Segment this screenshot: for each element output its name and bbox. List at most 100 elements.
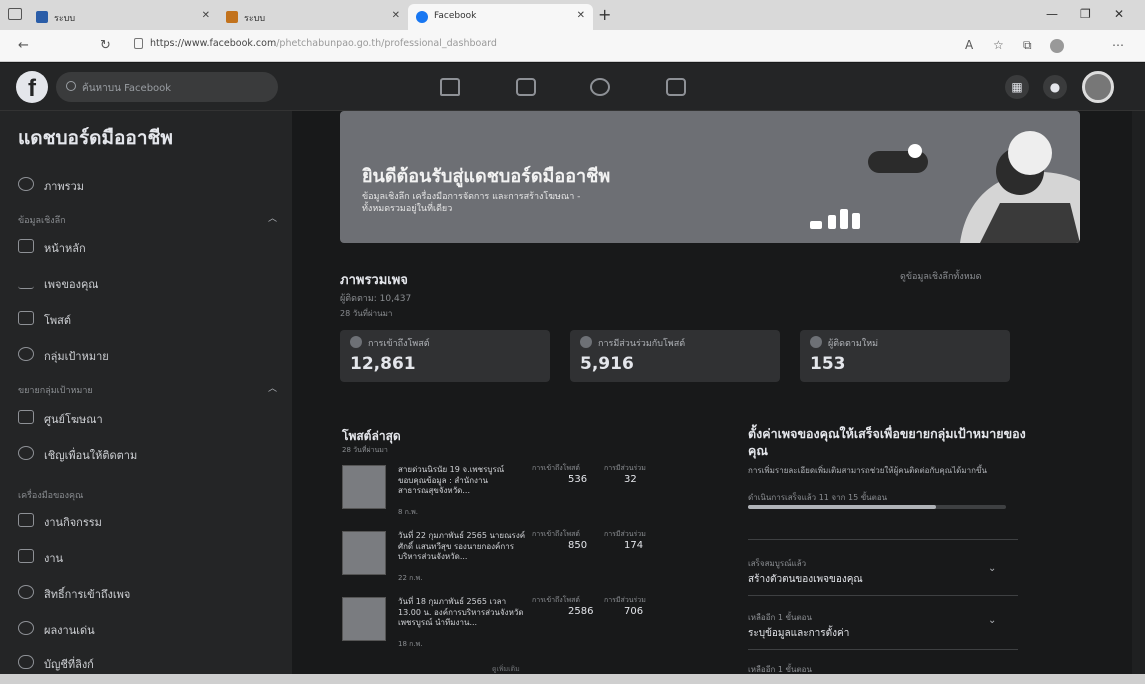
post-text: วันที่ 18 กุมภาพันธ์ 2565 เวลา 13.00 น. … [398, 597, 524, 627]
stat-value: 12,861 [350, 354, 416, 374]
post-row[interactable]: วันที่ 22 กุมภาพันธ์ 2565 นายณรงค์ศักดิ์… [342, 529, 682, 587]
post-thumbnail [342, 531, 386, 575]
groups-icon[interactable] [590, 78, 610, 96]
follower-icon [810, 336, 822, 348]
notifications-icon[interactable]: ● [1043, 75, 1067, 99]
post-thumbnail [342, 465, 386, 509]
facebook-header: f ค้นหาบน Facebook ▦ ● [0, 63, 1145, 111]
sidebar-item-label: เพจของคุณ [44, 278, 99, 291]
facebook-search-input[interactable]: ค้นหาบน Facebook [56, 72, 278, 102]
sidebar-item-label: สิทธิ์การเข้าถึงเพจ [44, 588, 131, 601]
gaming-icon[interactable] [666, 78, 686, 96]
shield-icon [18, 585, 34, 599]
browser-tab-1[interactable]: ระบบ ✕ [28, 4, 218, 30]
sidebar-item-posts[interactable]: โพสต์ [18, 311, 71, 333]
new-tab-button[interactable]: + [598, 5, 611, 24]
see-all-insights-link[interactable]: ดูข้อมูลเชิงลึกทั้งหมด [900, 269, 981, 283]
profile-icon[interactable] [1050, 39, 1064, 53]
window-bottom-edge [0, 674, 1145, 684]
facebook-favicon-icon [416, 11, 428, 23]
collections-icon[interactable]: ⧉ [1023, 38, 1032, 53]
sidebar-item-label: ศูนย์โฆษณา [44, 413, 103, 426]
sidebar-item-your-page[interactable]: เพจของคุณ [18, 275, 99, 297]
account-avatar[interactable] [1082, 71, 1114, 103]
sidebar-item-overview[interactable]: ภาพรวม [18, 177, 84, 199]
search-icon [66, 81, 76, 91]
engagement-header: การมีส่วนร่วม [604, 530, 646, 538]
post-row[interactable]: สายด่วนนิรนัย 19 จ.เพชรบูรณ์ ขอบคุณข้อมู… [342, 463, 682, 521]
see-more-link[interactable]: ดูเพิ่มเติม [492, 664, 520, 674]
stat-value: 5,916 [580, 354, 634, 374]
sidebar-section-insights: ข้อมูลเชิงลึก [18, 216, 66, 226]
welcome-banner: ยินดีต้อนรับสู่แดชบอร์ดมืออาชีพ ข้อมูลเช… [340, 111, 1080, 243]
posts-icon [18, 311, 34, 325]
reach-header: การเข้าถึงโพสต์ [532, 464, 580, 472]
tab-actions-icon[interactable] [8, 8, 22, 20]
people-icon [18, 347, 34, 361]
browser-tab-facebook[interactable]: Facebook ✕ [408, 4, 593, 30]
divider [748, 539, 1018, 540]
minimize-icon[interactable]: — [1046, 7, 1058, 21]
step-status: เหลืออีก 1 ขั้นตอน [748, 665, 812, 674]
chevron-down-icon[interactable]: ⌄ [988, 615, 996, 626]
sidebar-item-events[interactable]: งานกิจกรรม [18, 513, 102, 535]
favorites-icon[interactable]: ☆ [993, 38, 1004, 52]
browser-tab-2[interactable]: ระบบ ✕ [218, 4, 408, 30]
setup-description: การเพิ่มรายละเอียดเพิ่มเติมสามารถช่วยให้… [748, 466, 987, 475]
sidebar-item-ad-center[interactable]: ศูนย์โฆษณา [18, 410, 103, 432]
maximize-icon[interactable]: ❐ [1080, 7, 1091, 21]
close-tab-icon[interactable]: ✕ [577, 10, 585, 21]
address-bar: ← ↻ https://www.facebook.com/phetchabunp… [0, 30, 1145, 62]
close-window-icon[interactable]: ✕ [1114, 7, 1124, 21]
lock-icon[interactable] [134, 38, 143, 49]
facebook-logo[interactable]: f [16, 71, 48, 103]
link-icon [18, 655, 34, 669]
post-row[interactable]: วันที่ 18 กุมภาพันธ์ 2565 เวลา 13.00 น. … [342, 595, 682, 653]
collapse-chevron-icon[interactable]: ︿ [268, 381, 277, 394]
close-tab-icon[interactable]: ✕ [202, 10, 210, 21]
reach-icon [350, 336, 362, 348]
sidebar-item-linked-accounts[interactable]: บัญชีที่ลิงก์ [18, 655, 94, 674]
sidebar-item-audience[interactable]: กลุ่มเป้าหมาย [18, 347, 109, 369]
step-title[interactable]: สร้างตัวตนของเพจของคุณ [748, 572, 863, 587]
browser-window: ระบบ ✕ ระบบ ✕ Facebook ✕ + — ❐ ✕ ← ↻ htt… [0, 0, 1145, 684]
post-reach-value: 2586 [568, 606, 594, 617]
sidebar-item-jobs[interactable]: งาน [18, 549, 63, 571]
calendar-icon [18, 513, 34, 527]
sidebar-item-label: บัญชีที่ลิงก์ [44, 658, 94, 671]
stat-post-engagement[interactable]: การมีส่วนร่วมกับโพสต์ 5,916 [570, 330, 780, 382]
close-tab-icon[interactable]: ✕ [392, 10, 400, 21]
sidebar-item-home[interactable]: หน้าหลัก [18, 239, 86, 261]
page-scrollbar[interactable] [1132, 111, 1145, 674]
watch-icon[interactable] [516, 78, 536, 96]
engagement-header: การมีส่วนร่วม [604, 464, 646, 472]
step-title[interactable]: ระบุข้อมูลและการตั้งค่า [748, 626, 849, 641]
overview-title: ภาพรวมเพจ [340, 273, 408, 288]
main-content: ยินดีต้อนรับสู่แดชบอร์ดมืออาชีพ ข้อมูลเช… [292, 111, 1132, 674]
sidebar-item-invite-friends[interactable]: เชิญเพื่อนให้ติดตาม [18, 446, 137, 468]
back-icon[interactable]: ← [18, 38, 29, 53]
search-placeholder: ค้นหาบน Facebook [82, 83, 172, 94]
sidebar-item-label: ภาพรวม [44, 180, 85, 193]
stat-post-reach[interactable]: การเข้าถึงโพสต์ 12,861 [340, 330, 550, 382]
refresh-icon[interactable]: ↻ [100, 38, 111, 53]
sidebar-item-featured[interactable]: ผลงานเด่น [18, 621, 95, 643]
menu-grid-icon[interactable]: ▦ [1005, 75, 1029, 99]
divider [748, 595, 1018, 596]
collapse-chevron-icon[interactable]: ︿ [268, 211, 277, 224]
sidebar-item-label: โพสต์ [44, 314, 72, 327]
stat-new-followers[interactable]: ผู้ติดตามใหม่ 153 [800, 330, 1010, 382]
briefcase-icon [18, 549, 34, 563]
sidebar-item-page-access[interactable]: สิทธิ์การเข้าถึงเพจ [18, 585, 130, 607]
invite-icon [18, 446, 34, 460]
more-icon[interactable]: ⋯ [1112, 38, 1124, 52]
home-icon[interactable] [440, 78, 460, 96]
url-host: https://www.facebook.com [150, 38, 277, 49]
post-thumbnail [342, 597, 386, 641]
setup-progress-bar [748, 505, 1006, 509]
url-field[interactable]: https://www.facebook.com/phetchabunpao.g… [150, 38, 497, 49]
sidebar-item-label: งาน [44, 552, 64, 565]
read-aloud-icon[interactable]: A [965, 38, 973, 52]
tab-favicon-icon [36, 11, 48, 23]
chevron-down-icon[interactable]: ⌄ [988, 563, 996, 574]
